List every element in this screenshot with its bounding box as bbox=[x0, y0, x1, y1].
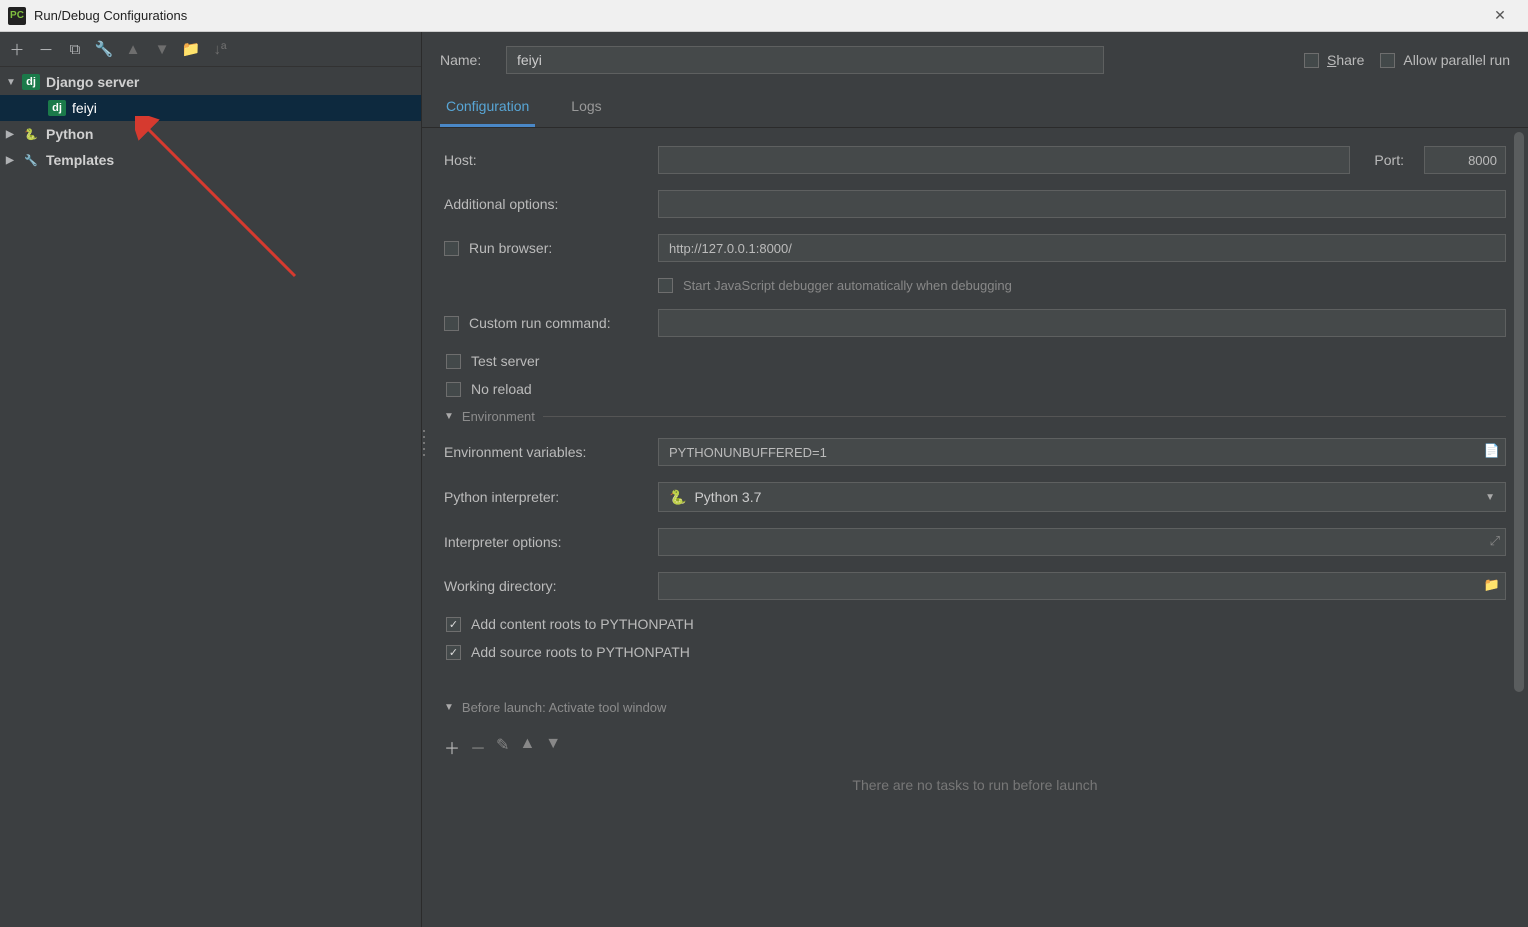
content-roots-checkbox[interactable] bbox=[446, 617, 461, 632]
window-title: Run/Debug Configurations bbox=[34, 8, 1480, 23]
custom-run-checkbox[interactable] bbox=[444, 316, 459, 331]
workdir-input[interactable] bbox=[658, 572, 1506, 600]
tree-label: Templates bbox=[46, 152, 114, 168]
interpreter-select[interactable]: 🐍 Python 3.7 ▼ bbox=[658, 482, 1506, 512]
divider bbox=[543, 416, 1506, 417]
sort-icon[interactable]: ↓ª bbox=[209, 38, 231, 60]
browse-icon[interactable]: 📄 bbox=[1484, 443, 1500, 459]
add-icon[interactable]: ＋ bbox=[6, 38, 28, 60]
interpreter-label: Python interpreter: bbox=[444, 489, 644, 505]
scrollbar[interactable] bbox=[1514, 132, 1524, 887]
interpreter-value: Python 3.7 bbox=[694, 489, 761, 505]
splitter-grip[interactable] bbox=[421, 430, 427, 456]
start-js-label: Start JavaScript debugger automatically … bbox=[683, 278, 1012, 293]
expand-icon[interactable]: ⤢ bbox=[1490, 533, 1500, 549]
wrench-icon[interactable]: 🔧 bbox=[93, 38, 115, 60]
remove-icon[interactable]: － bbox=[35, 38, 57, 60]
run-browser-label: Run browser: bbox=[469, 240, 552, 256]
start-js-checkbox[interactable] bbox=[658, 278, 673, 293]
scrollbar-thumb[interactable] bbox=[1514, 132, 1524, 692]
interp-opts-label: Interpreter options: bbox=[444, 534, 644, 550]
tree-label: feiyi bbox=[72, 100, 97, 116]
django-icon: dj bbox=[22, 74, 40, 90]
tree-node-python[interactable]: ▶ 🐍 Python bbox=[0, 121, 421, 147]
name-input[interactable] bbox=[506, 46, 1104, 74]
host-label: Host: bbox=[444, 152, 644, 168]
chevron-right-icon[interactable]: ▶ bbox=[6, 129, 22, 140]
titlebar: PC Run/Debug Configurations ✕ bbox=[0, 0, 1528, 32]
parallel-checkbox[interactable]: Allow parallel run bbox=[1380, 52, 1510, 68]
add-icon[interactable]: ＋ bbox=[444, 735, 460, 759]
folder-icon[interactable]: 📁 bbox=[1484, 577, 1500, 593]
tree-label: Django server bbox=[46, 74, 139, 90]
parallel-label: Allow parallel run bbox=[1403, 52, 1510, 68]
port-label: Port: bbox=[1374, 152, 1404, 168]
chevron-down-icon[interactable]: ▼ bbox=[1485, 492, 1495, 503]
no-reload-label: No reload bbox=[471, 381, 532, 397]
down-icon[interactable]: ▼ bbox=[545, 735, 561, 759]
tree-node-templates[interactable]: ▶ 🔧 Templates bbox=[0, 147, 421, 173]
envvars-label: Environment variables: bbox=[444, 444, 644, 460]
environment-section[interactable]: ▼ Environment bbox=[444, 409, 1506, 424]
port-input[interactable] bbox=[1424, 146, 1506, 174]
before-launch-toolbar: ＋ － ✎ ▲ ▼ bbox=[444, 729, 1506, 769]
config-tree-panel: ＋ － ⧉ 🔧 ▲ ▼ 📁 ↓ª ▼ dj Django server dj f… bbox=[0, 32, 422, 927]
checkbox-icon[interactable] bbox=[1304, 53, 1319, 68]
before-launch-section[interactable]: ▼ Before launch: Activate tool window bbox=[444, 700, 1506, 715]
folder-icon[interactable]: 📁 bbox=[180, 38, 202, 60]
source-roots-label: Add source roots to PYTHONPATH bbox=[471, 644, 690, 660]
tree-node-django-server[interactable]: ▼ dj Django server bbox=[0, 69, 421, 95]
custom-run-label: Custom run command: bbox=[469, 315, 611, 331]
envvars-input[interactable] bbox=[658, 438, 1506, 466]
chevron-right-icon[interactable]: ▶ bbox=[6, 155, 22, 166]
config-form: Host: Port: Additional options: Run brow… bbox=[422, 128, 1528, 927]
no-tasks-label: There are no tasks to run before launch bbox=[444, 769, 1506, 801]
remove-icon[interactable]: － bbox=[470, 735, 486, 759]
up-icon[interactable]: ▲ bbox=[122, 38, 144, 60]
tree-label: Python bbox=[46, 126, 93, 142]
share-checkbox[interactable]: Share bbox=[1304, 52, 1364, 68]
edit-icon[interactable]: ✎ bbox=[496, 735, 509, 759]
section-label: Environment bbox=[462, 409, 535, 424]
tree-node-feiyi[interactable]: dj feiyi bbox=[0, 95, 421, 121]
additional-options-input[interactable] bbox=[658, 190, 1506, 218]
chevron-down-icon[interactable]: ▼ bbox=[6, 77, 22, 88]
interp-opts-input[interactable] bbox=[658, 528, 1506, 556]
workdir-label: Working directory: bbox=[444, 578, 644, 594]
python-icon: 🐍 bbox=[669, 489, 686, 506]
config-tree[interactable]: ▼ dj Django server dj feiyi ▶ 🐍 Python ▶… bbox=[0, 67, 421, 927]
config-editor-panel: Name: Share Allow parallel run Configura… bbox=[422, 32, 1528, 927]
checkbox-icon[interactable] bbox=[1380, 53, 1395, 68]
tree-toolbar: ＋ － ⧉ 🔧 ▲ ▼ 📁 ↓ª bbox=[0, 32, 421, 67]
chevron-down-icon[interactable]: ▼ bbox=[444, 702, 454, 713]
app-icon: PC bbox=[8, 7, 26, 25]
name-label: Name: bbox=[440, 52, 490, 68]
chevron-down-icon[interactable]: ▼ bbox=[444, 411, 454, 422]
django-icon: dj bbox=[48, 100, 66, 116]
close-icon[interactable]: ✕ bbox=[1480, 7, 1520, 24]
copy-icon[interactable]: ⧉ bbox=[64, 38, 86, 60]
share-label: Share bbox=[1327, 52, 1364, 68]
tabs: Configuration Logs bbox=[422, 90, 1528, 128]
source-roots-checkbox[interactable] bbox=[446, 645, 461, 660]
host-input[interactable] bbox=[658, 146, 1350, 174]
run-browser-checkbox[interactable] bbox=[444, 241, 459, 256]
custom-run-input[interactable] bbox=[658, 309, 1506, 337]
no-reload-checkbox[interactable] bbox=[446, 382, 461, 397]
tab-logs[interactable]: Logs bbox=[565, 90, 607, 127]
down-icon[interactable]: ▼ bbox=[151, 38, 173, 60]
section-label: Before launch: Activate tool window bbox=[462, 700, 667, 715]
up-icon[interactable]: ▲ bbox=[519, 735, 535, 759]
name-row: Name: Share Allow parallel run bbox=[422, 32, 1528, 86]
run-browser-input[interactable] bbox=[658, 234, 1506, 262]
python-icon: 🐍 bbox=[22, 126, 40, 142]
wrench-icon: 🔧 bbox=[22, 152, 40, 168]
content-roots-label: Add content roots to PYTHONPATH bbox=[471, 616, 694, 632]
additional-options-label: Additional options: bbox=[444, 196, 644, 212]
test-server-label: Test server bbox=[471, 353, 539, 369]
test-server-checkbox[interactable] bbox=[446, 354, 461, 369]
tab-configuration[interactable]: Configuration bbox=[440, 90, 535, 127]
